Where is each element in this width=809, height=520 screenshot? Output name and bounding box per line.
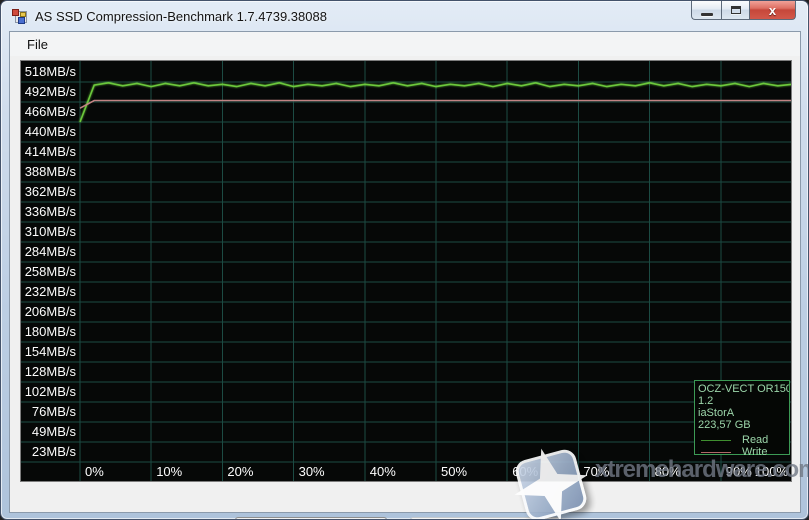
compression-chart: 518MB/s492MB/s466MB/s440MB/s414MB/s388MB… — [20, 60, 792, 482]
menu-bar: File — [10, 32, 800, 56]
app-window: AS SSD Compression-Benchmark 1.7.4739.38… — [0, 0, 809, 520]
x-axis-label: 40% — [370, 463, 396, 481]
x-axis-label: 0% — [85, 463, 104, 481]
y-axis-label: 414MB/s — [21, 142, 76, 162]
y-axis-label: 492MB/s — [21, 82, 76, 102]
y-axis-label: 49MB/s — [21, 422, 76, 442]
client-area: File 518MB/s492MB/s466MB/s440MB/s414MB/s… — [9, 31, 801, 513]
read-line-swatch — [701, 440, 731, 441]
plot-area — [21, 61, 791, 481]
legend-firmware: 1.2 — [698, 395, 789, 407]
legend-read-label: Read — [742, 434, 768, 446]
x-axis-label: 50% — [441, 463, 467, 481]
y-axis-label: 284MB/s — [21, 242, 76, 262]
minimize-icon — [701, 13, 713, 16]
y-axis-label: 388MB/s — [21, 162, 76, 182]
xtremehardware-logo-icon — [506, 440, 597, 520]
x-axis-label: 10% — [156, 463, 182, 481]
y-axis-label: 336MB/s — [21, 202, 76, 222]
y-axis-label: 23MB/s — [21, 442, 76, 462]
y-axis-label: 362MB/s — [21, 182, 76, 202]
y-axis-label: 310MB/s — [21, 222, 76, 242]
chart-legend: OCZ-VECT OR150 1.2 iaStorA 223,57 GB Rea… — [694, 380, 790, 455]
legend-capacity: 223,57 GB — [698, 419, 789, 431]
window-title: AS SSD Compression-Benchmark 1.7.4739.38… — [35, 9, 327, 24]
y-axis-label: 102MB/s — [21, 382, 76, 402]
y-axis-label: 440MB/s — [21, 122, 76, 142]
y-axis-label: 154MB/s — [21, 342, 76, 362]
y-axis-label: 180MB/s — [21, 322, 76, 342]
app-icon — [12, 9, 28, 25]
legend-device-name: OCZ-VECT OR150 — [698, 383, 789, 395]
watermark-text: xtremehardware.com — [595, 456, 809, 484]
legend-entry-read: Read — [698, 434, 789, 446]
x-axis-label: 20% — [227, 463, 253, 481]
y-axis-label: 258MB/s — [21, 262, 76, 282]
y-axis-label: 128MB/s — [21, 362, 76, 382]
write-line-swatch — [701, 452, 731, 453]
y-axis-label: 518MB/s — [21, 62, 76, 82]
maximize-icon — [731, 6, 741, 14]
close-button[interactable]: x — [750, 1, 796, 20]
window-controls: x — [691, 1, 796, 20]
menu-item-file[interactable]: File — [20, 35, 55, 54]
y-axis-label: 466MB/s — [21, 102, 76, 122]
y-axis-label: 232MB/s — [21, 282, 76, 302]
title-bar[interactable]: AS SSD Compression-Benchmark 1.7.4739.38… — [1, 1, 808, 31]
legend-driver: iaStorA — [698, 407, 789, 419]
y-axis-label: 76MB/s — [21, 402, 76, 422]
x-axis-label: 30% — [299, 463, 325, 481]
maximize-button[interactable] — [721, 1, 750, 20]
y-axis-label: 206MB/s — [21, 302, 76, 322]
close-icon: x — [769, 4, 776, 17]
minimize-button[interactable] — [691, 1, 721, 20]
